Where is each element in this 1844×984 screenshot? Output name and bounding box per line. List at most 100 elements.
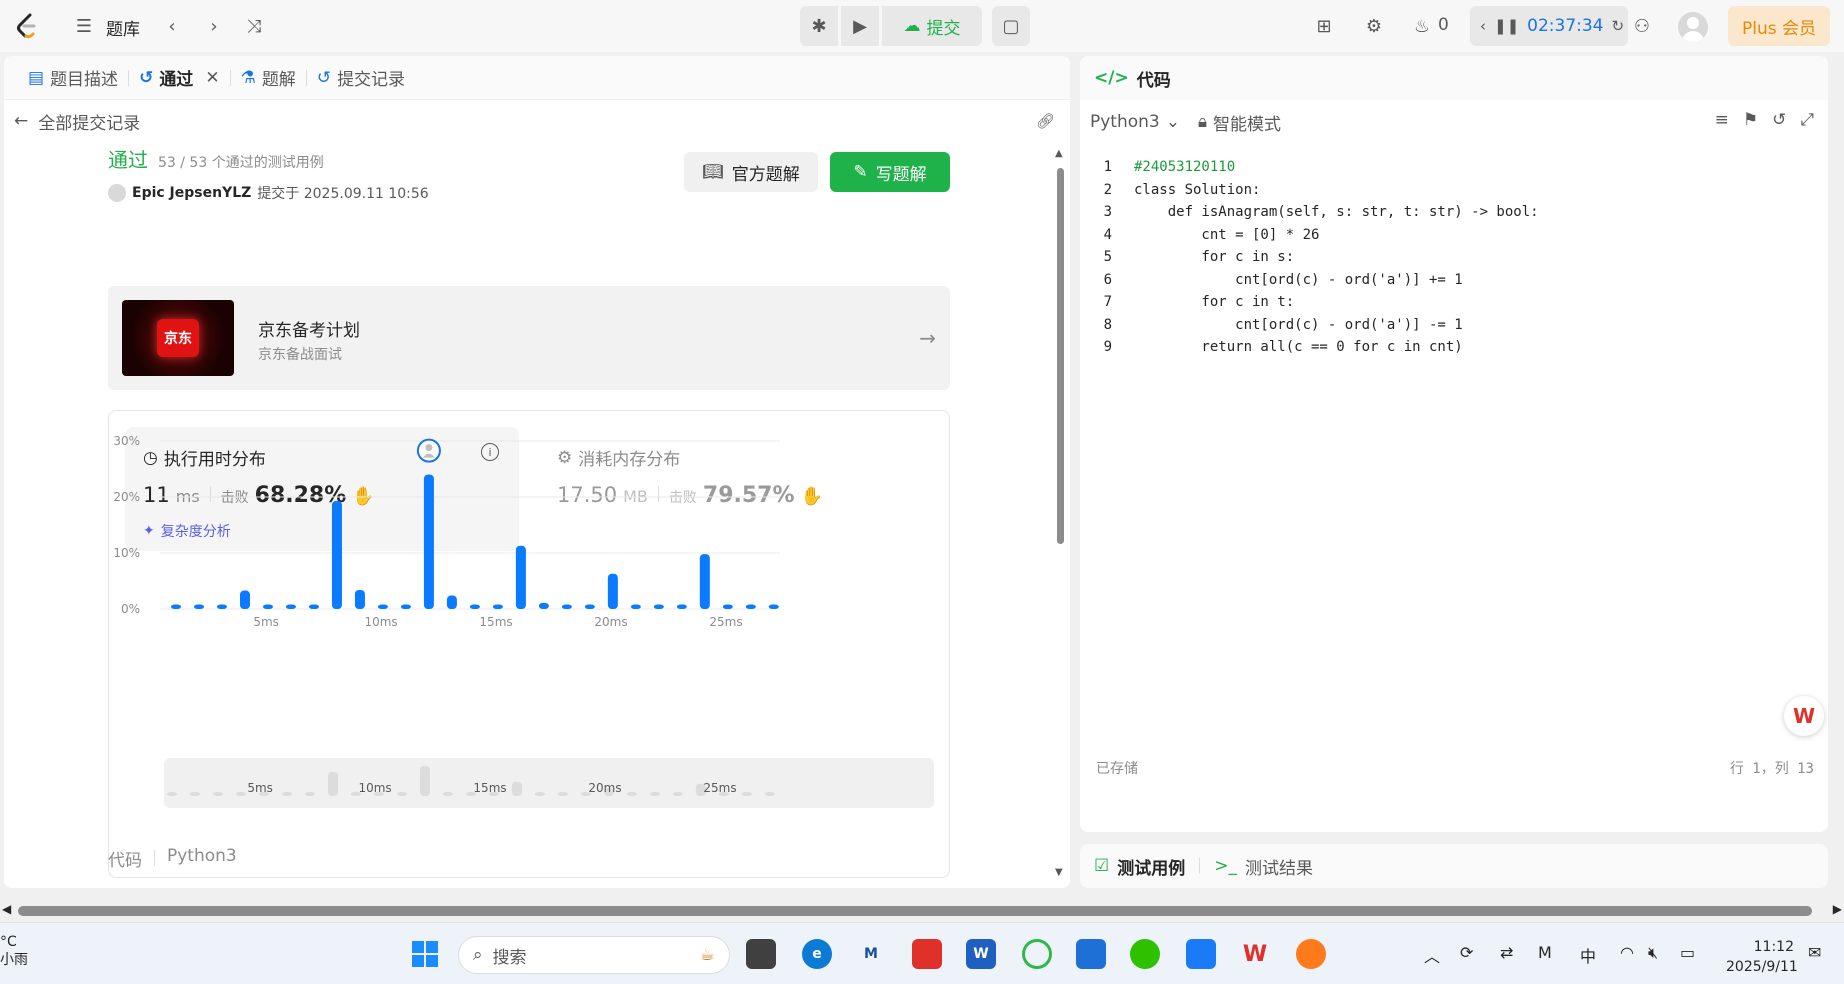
chart-bar[interactable] (354, 589, 365, 609)
bookmark-icon[interactable]: ⚑ (1743, 110, 1758, 130)
code-editor[interactable]: 1 #24053120110 2 class Solution: 3 def isAna… (1080, 150, 1828, 790)
app-icon[interactable]: M (856, 939, 886, 969)
reset-timer-icon[interactable]: ↻ (1612, 17, 1625, 35)
code-line[interactable]: 1 #24053120110 (1080, 156, 1828, 179)
chart-bar[interactable] (446, 595, 457, 609)
problem-list-label[interactable]: 题库 (106, 15, 140, 40)
windows-start-icon[interactable] (410, 939, 440, 969)
submit-button[interactable]: ☁ 提交 (882, 6, 982, 46)
chart-bar[interactable] (607, 573, 618, 609)
code-line[interactable]: 2 class Solution: (1080, 179, 1828, 202)
chart-bar[interactable] (423, 474, 434, 609)
code-line[interactable]: 9 return all(c == 0 for c in cnt) (1080, 336, 1828, 359)
chart-bar[interactable] (216, 604, 227, 609)
add-friend-icon[interactable]: ⚇ (1630, 14, 1654, 38)
debug-button[interactable]: ✱ (800, 6, 838, 46)
ime-indicator[interactable]: 中 (1580, 943, 1596, 967)
horizontal-scrollbar[interactable]: ◀ ▶ (0, 900, 1844, 922)
chart-bar[interactable] (492, 604, 503, 609)
scroll-left-icon[interactable]: ◀ (2, 902, 11, 916)
sync-icon[interactable]: ⟳ (1460, 943, 1473, 962)
next-problem-icon[interactable]: › (202, 14, 226, 38)
vertical-scrollbar[interactable]: ▲ ▼ (1054, 148, 1066, 878)
code-line[interactable]: 4 cnt = [0] * 26 (1080, 224, 1828, 247)
firefox-icon[interactable] (1296, 939, 1326, 969)
word-icon[interactable]: W (966, 939, 996, 969)
huawei-icon[interactable] (912, 939, 942, 969)
weather-widget[interactable]: °C 小雨 (0, 933, 28, 969)
chart-bar[interactable] (768, 604, 779, 609)
scroll-down-icon[interactable]: ▼ (1055, 867, 1063, 878)
chart-bar[interactable] (745, 604, 756, 609)
wechat-icon[interactable] (1130, 939, 1160, 969)
chart-bar[interactable] (193, 604, 204, 609)
collapse-timer-icon[interactable]: ‹ (1480, 17, 1486, 35)
chart-bar[interactable] (377, 604, 388, 609)
wps-icon[interactable]: W (1240, 939, 1270, 969)
code-line[interactable]: 3 def isAnagram(self, s: str, t: str) ->… (1080, 201, 1828, 224)
layout-icon[interactable]: ⊞ (1312, 14, 1336, 38)
code-line[interactable]: 7 for c in t: (1080, 291, 1828, 314)
language-select[interactable]: Python3 ⌄ (1090, 112, 1180, 132)
chart-bar[interactable] (262, 604, 273, 609)
chart-bar[interactable] (722, 604, 733, 609)
runtime-distribution-chart[interactable]: 30% 20% 10% 0% 5ms 10ms 15ms 20ms 25ms (4, 56, 1070, 836)
scroll-right-icon[interactable]: ▶ (1833, 902, 1842, 916)
volume-icon[interactable]: 🔇︎ (1648, 943, 1658, 963)
settings-icon[interactable]: ⚙ (1362, 14, 1386, 38)
battery-icon[interactable]: ▭ (1680, 943, 1695, 962)
scrollbar-thumb[interactable] (18, 906, 1812, 916)
chart-bar[interactable] (285, 604, 296, 609)
app-icon[interactable] (1022, 939, 1052, 969)
language-label: Python3 (1090, 112, 1160, 132)
tray-expand-icon[interactable]: ︿ (1424, 943, 1440, 967)
feishu-icon[interactable] (1186, 939, 1216, 969)
code-line[interactable]: 5 for c in s: (1080, 246, 1828, 269)
run-button[interactable]: ▶ (841, 6, 879, 46)
task-view-icon[interactable] (746, 939, 776, 969)
problem-list-icon[interactable]: ☰ (72, 14, 96, 38)
leetcode-logo[interactable] (14, 12, 40, 40)
tab-test-results[interactable]: >_ 测试结果 (1214, 854, 1313, 879)
chart-bar[interactable] (676, 604, 687, 609)
code-line[interactable]: 6 cnt[ord(c) - ord('a')] += 1 (1080, 269, 1828, 292)
wps-float-icon[interactable]: W (1784, 696, 1824, 736)
chart-bar[interactable] (171, 604, 181, 609)
chart-bar[interactable] (469, 604, 480, 609)
chart-bar[interactable] (630, 604, 641, 609)
edge-icon[interactable]: e (802, 939, 832, 969)
chart-bar[interactable] (400, 604, 411, 609)
scroll-up-icon[interactable]: ▲ (1055, 148, 1063, 159)
chart-bar[interactable] (584, 604, 595, 609)
taskbar-search[interactable]: ⌕ 搜索 ☕ (458, 936, 730, 974)
format-icon[interactable]: ≡ (1715, 110, 1729, 130)
chart-bar[interactable] (538, 602, 549, 609)
tray-app-icon[interactable]: M (1538, 943, 1552, 962)
chart-bar[interactable] (515, 545, 526, 609)
chart-range-slider[interactable] (164, 758, 934, 808)
chart-bar[interactable] (239, 590, 250, 609)
mode-select[interactable]: 🔒︎ 智能模式 (1198, 110, 1281, 135)
chart-bar[interactable] (653, 604, 664, 609)
tray-app-icon[interactable]: ⇄ (1500, 943, 1513, 962)
avatar[interactable] (1678, 12, 1708, 42)
chart-bar[interactable] (699, 554, 710, 609)
prev-problem-icon[interactable]: ‹ (160, 14, 184, 38)
note-button[interactable]: ▢ (992, 6, 1030, 46)
tab-test-cases[interactable]: ☑ 测试用例 (1094, 854, 1185, 879)
store-icon[interactable] (1076, 939, 1106, 969)
chart-bar[interactable] (331, 500, 342, 609)
wifi-icon[interactable]: ◠ (1620, 943, 1634, 962)
shuffle-icon[interactable]: ⤨ (242, 14, 266, 38)
notification-icon[interactable]: ✉ (1808, 943, 1821, 962)
plus-member-button[interactable]: Plus 会员 (1728, 6, 1830, 46)
clock[interactable]: 11:12 2025/9/11 (1726, 937, 1798, 977)
pause-icon[interactable]: ❚❚ (1494, 17, 1519, 35)
chart-bar[interactable] (561, 604, 572, 609)
code-line[interactable]: 8 cnt[ord(c) - ord('a')] -= 1 (1080, 314, 1828, 337)
scrollbar-thumb[interactable] (1057, 168, 1064, 544)
reset-code-icon[interactable]: ↺ (1772, 110, 1786, 130)
fullscreen-icon[interactable]: ⤢ (1800, 110, 1814, 130)
chart-bar[interactable] (308, 604, 319, 609)
streak-fire-icon[interactable]: ♨ (1410, 14, 1434, 38)
